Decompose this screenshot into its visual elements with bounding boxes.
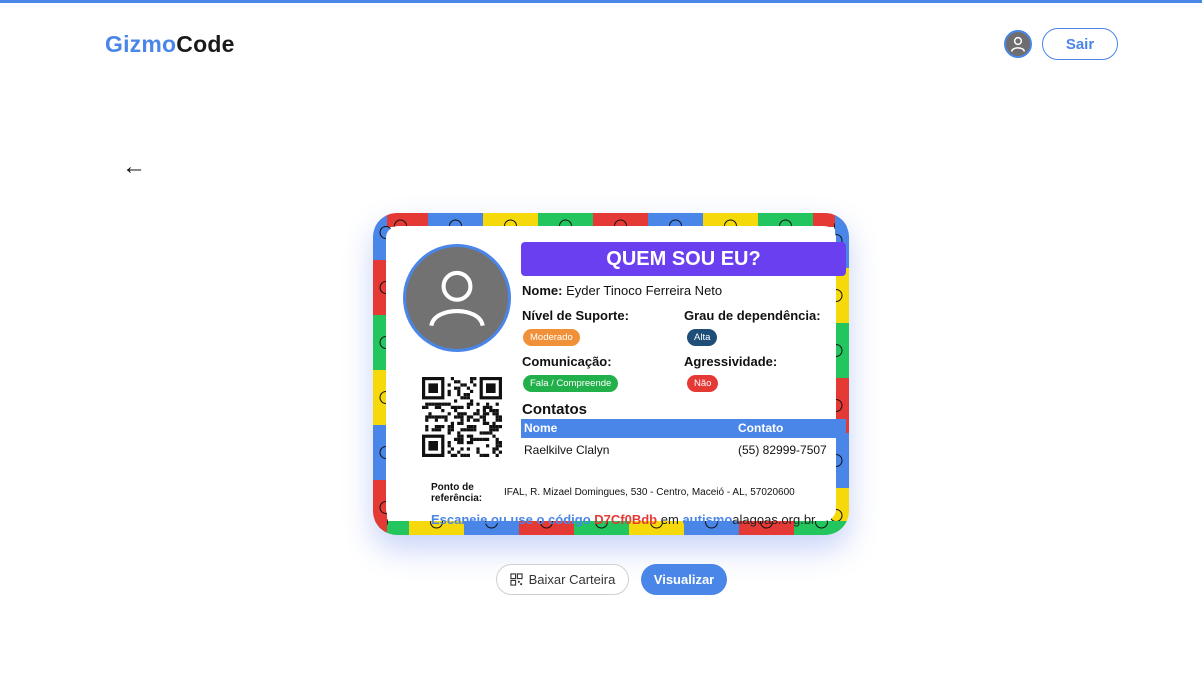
download-card-button[interactable]: Baixar Carteira: [496, 564, 629, 595]
download-label: Baixar Carteira: [528, 572, 616, 587]
site-part-2: alagoas.org.br: [732, 512, 816, 527]
site-part-1: autismo: [682, 512, 733, 527]
card-content: QUEM SOU EU? Nome: Eyder Tinoco Ferreira…: [386, 226, 846, 527]
name-field: Nome: Eyder Tinoco Ferreira Neto: [522, 283, 722, 298]
contacts-table-header: Nome Contato: [521, 419, 846, 438]
name-label: Nome:: [522, 283, 563, 298]
brand-part-2: Code: [176, 31, 235, 57]
aggressiveness-badge: Não: [687, 375, 719, 392]
scan-mid: em: [660, 512, 679, 527]
scan-prefix: Escaneie ou use o código: [431, 512, 591, 527]
dependency-badge: Alta: [687, 329, 718, 346]
reference-label: Ponto de referência:: [431, 482, 482, 504]
communication-badge: Fala / Compreende: [523, 375, 619, 392]
reference-value: IFAL, R. Mizael Domingues, 530 - Centro,…: [504, 487, 795, 498]
contacts-header-contact: Contato: [738, 421, 784, 435]
site-link[interactable]: autismoalagoas.org.br: [682, 512, 815, 527]
card-title: QUEM SOU EU?: [521, 242, 846, 276]
brand-part-1: Gizmo: [105, 31, 177, 57]
contact-phone: (55) 82999-7507: [738, 443, 827, 457]
table-row: Raelkilve Clalyn (55) 82999-7507: [521, 441, 846, 459]
reference-label-line2: referência:: [431, 493, 483, 504]
user-avatar[interactable]: [1004, 30, 1032, 58]
name-value: Eyder Tinoco Ferreira Neto: [566, 283, 723, 298]
qr-code: [422, 377, 502, 457]
communication-label: Comunicação:: [522, 354, 612, 369]
view-button[interactable]: Visualizar: [641, 564, 727, 595]
aggressiveness-label: Agressividade:: [684, 354, 778, 369]
support-badge: Moderado: [523, 329, 580, 346]
user-silhouette-icon: [429, 270, 485, 327]
back-arrow-icon[interactable]: ←: [122, 155, 146, 179]
top-accent-line: [0, 0, 1202, 3]
id-card: QUEM SOU EU? Nome: Eyder Tinoco Ferreira…: [373, 213, 849, 535]
dependency-label: Grau de dependência:: [684, 308, 821, 323]
brand-logo[interactable]: GizmoCode: [105, 31, 235, 58]
profile-photo: [403, 244, 511, 352]
logout-button[interactable]: Sair: [1042, 28, 1118, 60]
support-label: Nível de Suporte:: [522, 308, 629, 323]
scan-instructions: Escaneie ou use o código D7Cf0Bdb em aut…: [431, 512, 815, 527]
contact-name: Raelkilve Clalyn: [524, 443, 610, 457]
user-icon: [1010, 36, 1026, 52]
contacts-header-name: Nome: [524, 421, 558, 435]
contacts-title: Contatos: [522, 401, 587, 418]
reference-label-line1: Ponto de: [431, 482, 474, 493]
qr-icon: [510, 573, 523, 586]
scan-code: D7Cf0Bdb: [594, 512, 658, 527]
